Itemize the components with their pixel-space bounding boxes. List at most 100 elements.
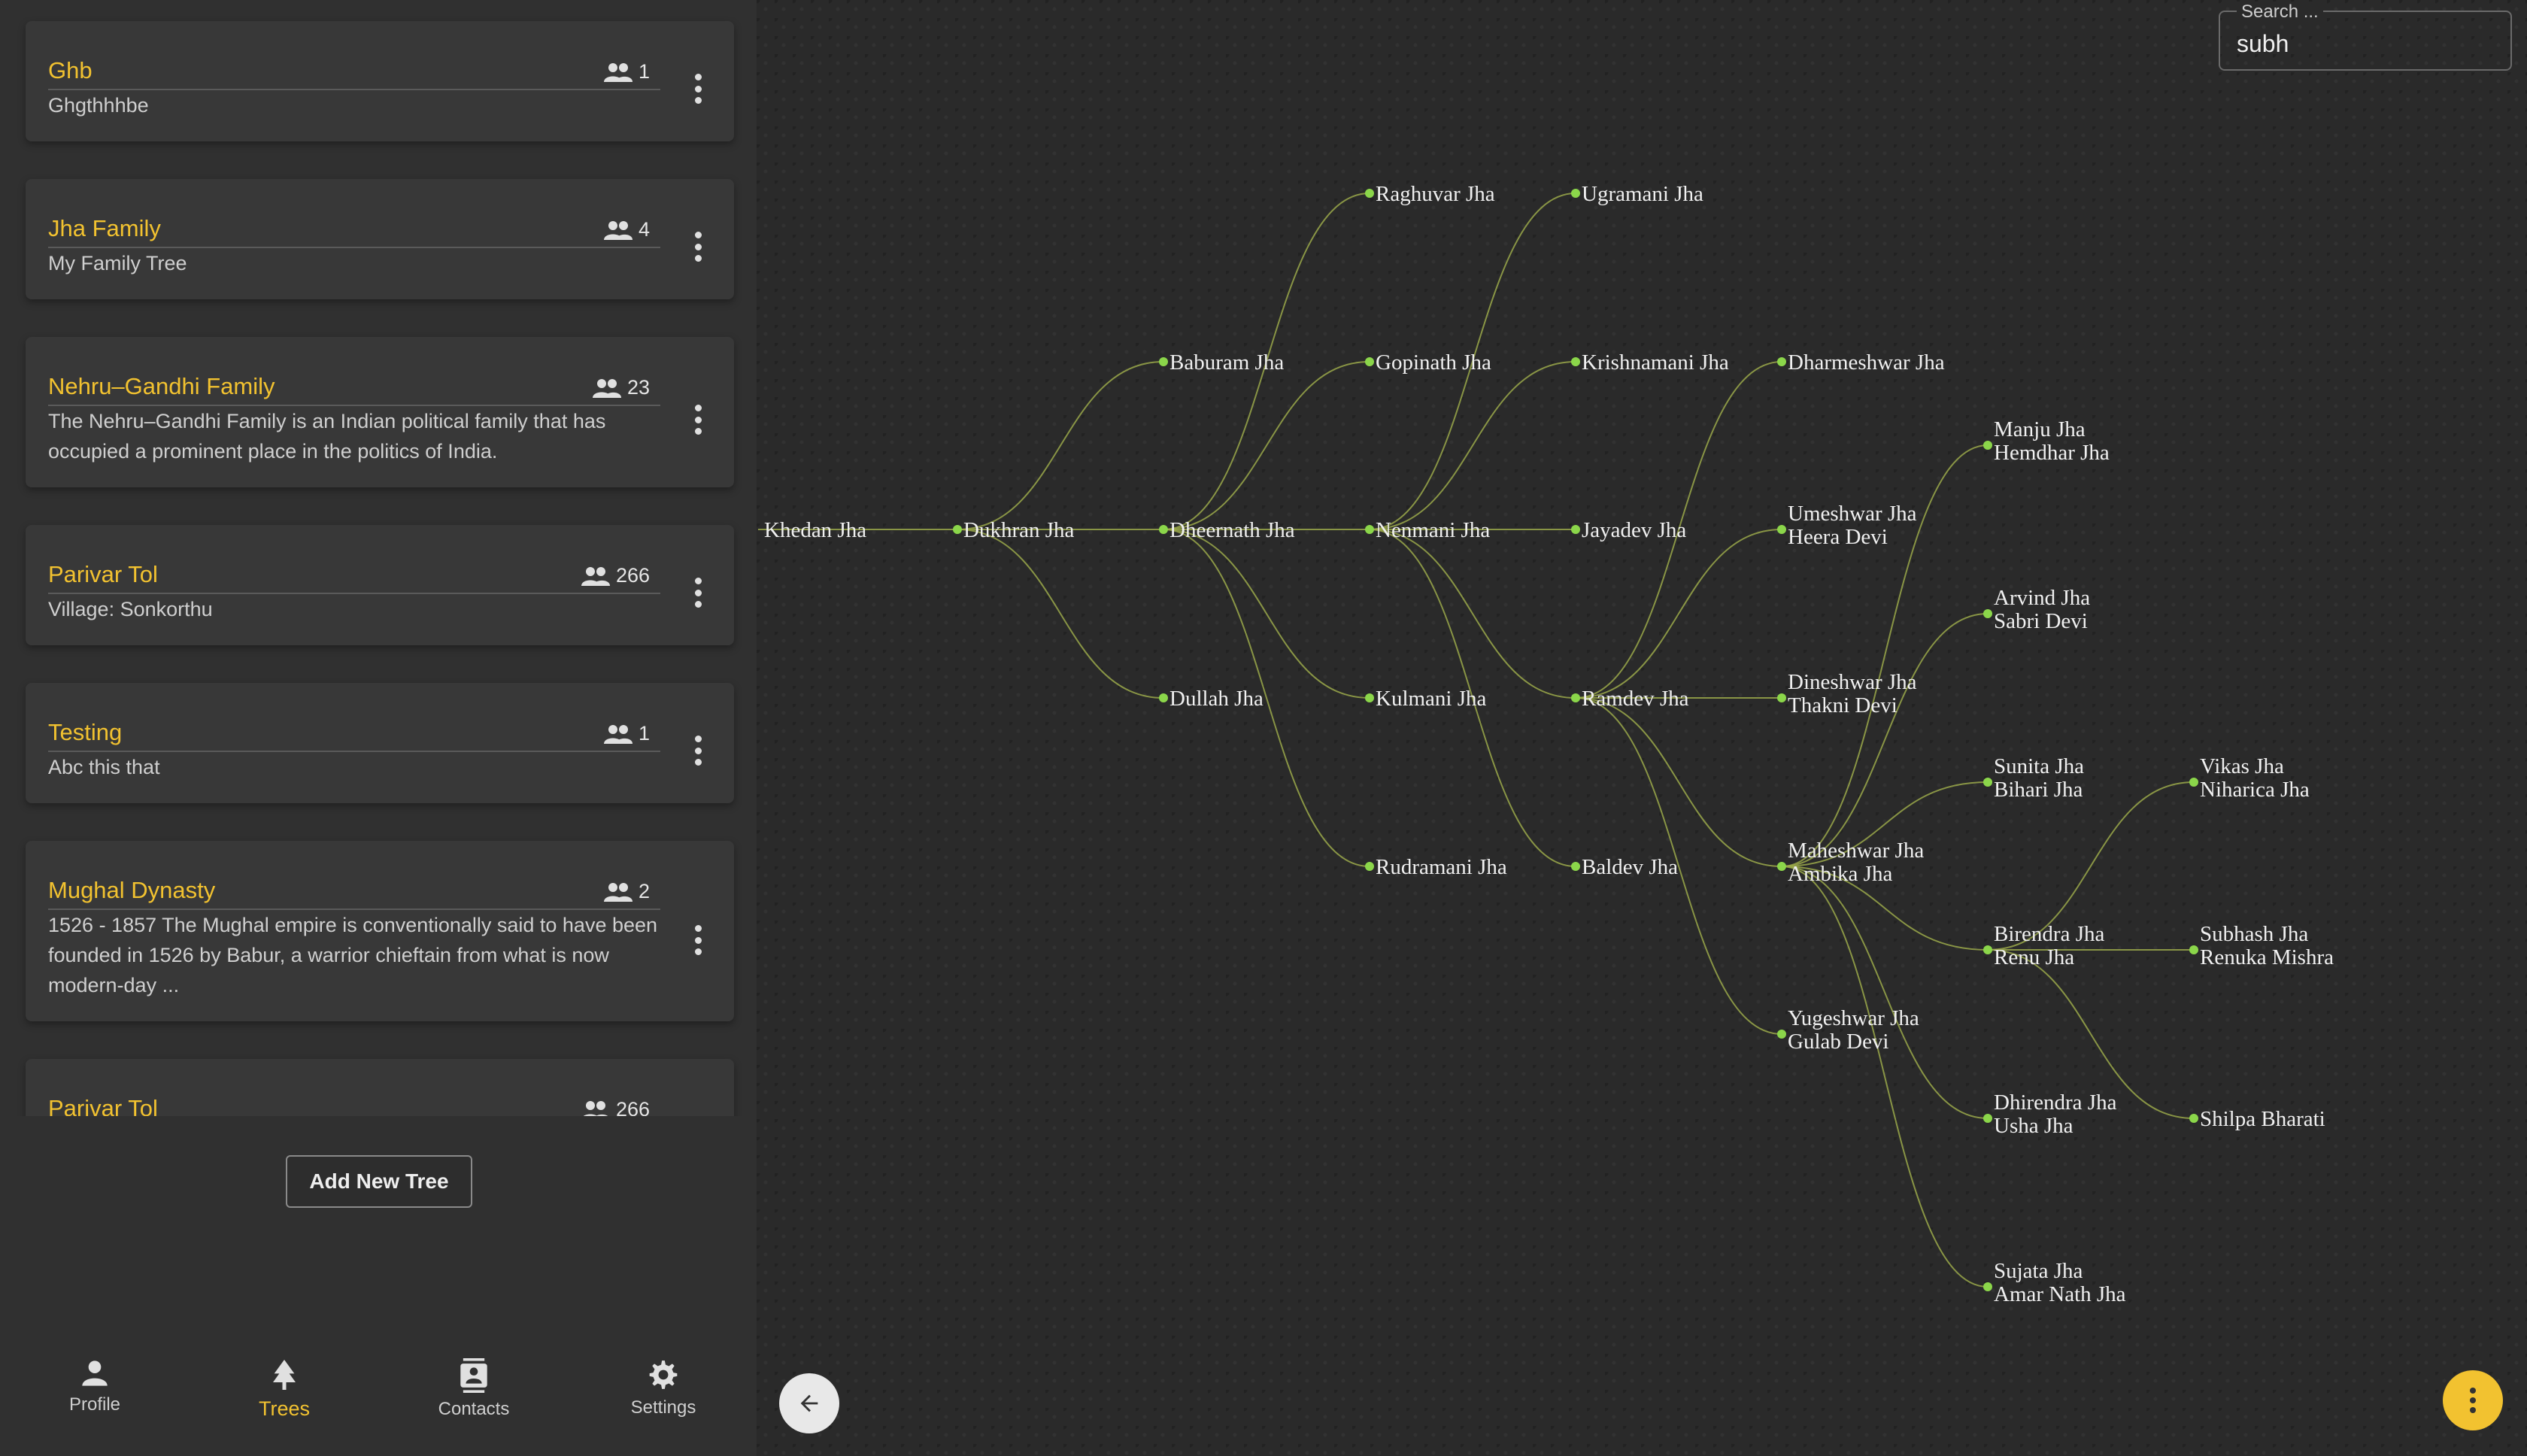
tree-node-dot: [2189, 778, 2198, 787]
tree-node-label: Heera Devi: [1788, 525, 1888, 549]
nav-profile-label: Profile: [68, 1394, 121, 1415]
tree-node-label: Nenmani Jha: [1376, 518, 1490, 542]
tree-node-nenmani[interactable]: Nenmani Jha: [1365, 518, 1490, 542]
nav-settings-label: Settings: [630, 1397, 696, 1418]
nav-settings[interactable]: Settings: [588, 1358, 739, 1418]
tree-node-rudramani[interactable]: Rudramani Jha: [1365, 855, 1507, 879]
tree-node-kulmani[interactable]: Kulmani Jha: [1365, 687, 1487, 711]
fab-dot: [2470, 1388, 2476, 1394]
tree-title[interactable]: Nehru–Gandhi Family: [48, 373, 275, 400]
tree-card-jha-family[interactable]: Jha Family 4 My Family Tree: [26, 179, 734, 299]
tree-title[interactable]: Ghb: [48, 57, 93, 84]
tree-node-label: Birendra Jha: [1994, 922, 2104, 946]
tree-title[interactable]: Jha Family: [48, 215, 161, 242]
tree-node-maheshwar[interactable]: Maheshwar JhaAmbika Jha: [1777, 839, 1924, 886]
tree-node-label: Dukhran Jha: [963, 518, 1075, 542]
tree-card-ghb[interactable]: Ghb 1 Ghgthhhbe: [26, 21, 734, 141]
search-input[interactable]: [2237, 29, 2492, 59]
tree-node-label: Yugeshwar Jha: [1788, 1006, 1919, 1030]
tree-node-vikas[interactable]: Vikas JhaNiharica Jha: [2189, 754, 2310, 802]
tree-title[interactable]: Parivar Tol: [48, 1095, 158, 1116]
tree-node-label: Arvind Jha: [1994, 586, 2090, 610]
tree-node-subhash[interactable]: Subhash JhaRenuka Mishra: [2189, 922, 2334, 969]
tree-edge: [957, 361, 1164, 530]
tree-node-birendra[interactable]: Birendra JhaRenu Jha: [1983, 922, 2104, 969]
tree-title[interactable]: Parivar Tol: [48, 561, 158, 588]
tree-node-label: Gulab Devi: [1788, 1030, 1889, 1054]
tree-node-label: Khedan Jha: [764, 518, 866, 542]
more-vert-icon[interactable]: [693, 405, 702, 435]
gear-icon: [649, 1360, 678, 1389]
tree-card-testing[interactable]: Testing 1 Abc this that: [26, 683, 734, 803]
more-vert-icon[interactable]: [693, 578, 702, 608]
family-tree-canvas[interactable]: Khedan Jha Dukhran Jha Baburam Jha Dheernat…: [757, 0, 2527, 1456]
tree-icon: [273, 1360, 296, 1390]
tree-node-label: Sabri Devi: [1994, 609, 2088, 633]
tree-node-manju[interactable]: Manju JhaHemdhar Jha: [1983, 417, 2110, 465]
tree-node-dukhran[interactable]: Dukhran Jha: [953, 518, 1075, 542]
tree-node-dot: [2189, 1114, 2198, 1123]
tree-node-baldev[interactable]: Baldev Jha: [1571, 855, 1678, 879]
back-button[interactable]: [779, 1373, 839, 1433]
tree-node-label: Usha Jha: [1994, 1114, 2073, 1138]
fab-menu-button[interactable]: [2443, 1370, 2503, 1430]
tree-node-label: Dullah Jha: [1169, 687, 1264, 711]
tree-node-raghuvar[interactable]: Raghuvar Jha: [1365, 182, 1495, 206]
nav-trees-label: Trees: [258, 1397, 310, 1420]
tree-edge: [957, 529, 1164, 699]
tree-node-shilpa[interactable]: Shilpa Bharati: [2189, 1107, 2325, 1131]
more-vert-icon[interactable]: [693, 232, 702, 262]
tree-node-dot: [1777, 862, 1786, 871]
person-icon: [82, 1360, 108, 1386]
tree-list[interactable]: Ghb 1 Ghgthhhbe Jha Family 4 My Family T…: [0, 0, 757, 1116]
more-vert-icon[interactable]: [693, 74, 702, 104]
tree-node-gopinath[interactable]: Gopinath Jha: [1365, 350, 1491, 375]
family-tree-graph[interactable]: Khedan Jha Dukhran Jha Baburam Jha Dheernat…: [757, 0, 2527, 1456]
nav-trees[interactable]: Trees: [209, 1358, 359, 1421]
nav-contacts[interactable]: Contacts: [399, 1358, 549, 1420]
tree-node-dot: [1983, 609, 1992, 618]
tree-node-dheernath[interactable]: Dheernath Jha: [1159, 518, 1295, 542]
tree-edge: [1781, 866, 1989, 1119]
tree-node-dot: [1159, 693, 1168, 702]
member-count: 1: [603, 722, 650, 745]
arrow-left-icon: [800, 1394, 818, 1412]
tree-title[interactable]: Testing: [48, 719, 122, 746]
tree-node-ramdev[interactable]: Ramdev Jha: [1571, 687, 1689, 711]
tree-node-umeshwar[interactable]: Umeshwar JhaHeera Devi: [1777, 502, 1917, 549]
tree-node-krishnamani[interactable]: Krishnamani Jha: [1571, 350, 1729, 375]
tree-node-jayadev[interactable]: Jayadev Jha: [1571, 518, 1686, 542]
add-new-tree-button[interactable]: Add New Tree: [286, 1155, 472, 1208]
people-icon: [592, 378, 621, 398]
tree-node-khedan[interactable]: Khedan Jha: [764, 518, 866, 542]
tree-node-label: Hemdhar Jha: [1994, 441, 2110, 465]
fab-dot: [2470, 1397, 2476, 1403]
tree-node-yugeshwar[interactable]: Yugeshwar JhaGulab Devi: [1777, 1006, 1919, 1054]
search-field[interactable]: Search ...: [2219, 2, 2512, 71]
tree-node-dhirendra[interactable]: Dhirendra JhaUsha Jha: [1983, 1090, 2117, 1138]
tree-card-nehru-gandhi[interactable]: Nehru–Gandhi Family 23 The Nehru–Gandhi …: [26, 337, 734, 487]
tree-node-dullah[interactable]: Dullah Jha: [1159, 687, 1264, 711]
tree-node-dineshwar[interactable]: Dineshwar JhaThakni Devi: [1777, 670, 1917, 717]
tree-node-label: Ramdev Jha: [1582, 687, 1689, 711]
tree-card-parivar-tol[interactable]: Parivar Tol 266 Village: Sonkorthu: [26, 525, 734, 645]
tree-node-label: Niharica Jha: [2200, 778, 2310, 802]
nav-profile[interactable]: Profile: [20, 1358, 170, 1415]
tree-node-dot: [1777, 525, 1786, 534]
tree-edge: [1369, 529, 1576, 699]
tree-node-arvind[interactable]: Arvind JhaSabri Devi: [1983, 586, 2090, 633]
tree-node-dot: [1777, 693, 1786, 702]
tree-card-parivar-tol-2[interactable]: Parivar Tol 266: [26, 1059, 734, 1116]
tree-card-mughal-dynasty[interactable]: Mughal Dynasty 2 1526 - 1857 The Mughal …: [26, 841, 734, 1021]
more-vert-icon[interactable]: [693, 925, 702, 955]
tree-edge: [1575, 529, 1782, 699]
tree-node-dharmeshwar[interactable]: Dharmeshwar Jha: [1777, 350, 1945, 375]
tree-node-label: Vikas Jha: [2200, 754, 2284, 778]
more-vert-icon[interactable]: [693, 736, 702, 766]
tree-title[interactable]: Mughal Dynasty: [48, 877, 215, 904]
tree-node-ugramani[interactable]: Ugramani Jha: [1571, 182, 1703, 206]
tree-node-baburam[interactable]: Baburam Jha: [1159, 350, 1284, 375]
tree-node-dot: [1571, 357, 1580, 366]
tree-node-sujata[interactable]: Sujata JhaAmar Nath Jha: [1983, 1259, 2126, 1306]
tree-node-sunita[interactable]: Sunita JhaBihari Jha: [1983, 754, 2084, 802]
